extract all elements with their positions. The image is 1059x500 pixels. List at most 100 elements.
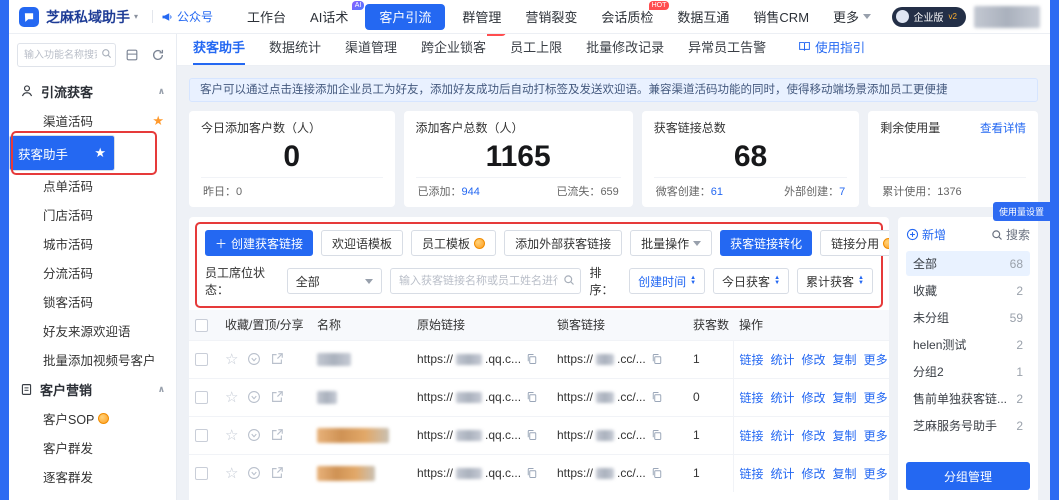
group-item-helen-test[interactable]: helen测试2	[906, 332, 1030, 357]
edition-badge[interactable]: 企业版 v2	[892, 7, 966, 27]
staff-template-button[interactable]: 员工模板	[411, 230, 496, 256]
action-edit[interactable]: 修改	[802, 353, 826, 367]
view-details-link[interactable]: 查看详情	[980, 120, 1026, 136]
action-stats[interactable]: 统计	[771, 353, 795, 367]
sort-by-total-count[interactable]: 累计获客▲▼	[797, 268, 873, 294]
nav-item-workbench[interactable]: 工作台	[235, 0, 298, 34]
copy-icon[interactable]	[526, 467, 538, 479]
tab-acquisition-assistant[interactable]: 获客助手	[193, 29, 245, 65]
row-checkbox[interactable]	[195, 353, 208, 366]
chevron-down-icon[interactable]: ▾	[134, 12, 138, 21]
favorite-star-icon[interactable]: ★	[152, 113, 164, 129]
create-link-button[interactable]: ＋创建获客链接	[205, 230, 313, 256]
official-account-link[interactable]: 公众号	[161, 8, 213, 25]
action-link[interactable]: 链接	[740, 353, 764, 367]
sidebar-item-customer-broadcast[interactable]: 客户群发	[9, 433, 176, 462]
sidebar-item-acquisition-assistant[interactable]: 获客助手★	[9, 135, 115, 171]
link-share-button[interactable]: 链接分用	[820, 230, 889, 256]
favorite-star-icon[interactable]: ☆	[225, 464, 238, 482]
refresh-icon[interactable]	[148, 45, 168, 65]
action-more[interactable]: 更多	[864, 429, 888, 443]
sidebar-item-customer-sop[interactable]: 客户SOP	[9, 404, 176, 433]
nav-item-data-interop[interactable]: 数据互通	[665, 0, 741, 34]
share-icon[interactable]	[270, 390, 284, 404]
nav-item-marketing-fission[interactable]: 营销裂变	[513, 0, 589, 34]
copy-icon[interactable]	[651, 429, 663, 441]
usage-guide-link[interactable]: 使用指引	[798, 29, 865, 65]
action-stats[interactable]: 统计	[771, 429, 795, 443]
sidebar-item-order-code[interactable]: 点单活码	[9, 171, 176, 200]
copy-icon[interactable]	[651, 353, 663, 365]
sidebar-item-chase-broadcast[interactable]: 逐客群发	[9, 462, 176, 491]
account-avatar[interactable]	[974, 6, 1040, 28]
select-all-checkbox[interactable]	[195, 319, 208, 332]
row-checkbox[interactable]	[195, 391, 208, 404]
sidebar-item-split-code[interactable]: 分流活码	[9, 258, 176, 287]
sidebar-item-friend-source-welcome[interactable]: 好友来源欢迎语	[9, 316, 176, 345]
row-checkbox[interactable]	[195, 429, 208, 442]
action-more[interactable]: 更多	[864, 391, 888, 405]
sort-by-created-time[interactable]: 创建时间▲▼	[629, 268, 705, 294]
sidebar-section-marketing[interactable]: 客户营销 ∧	[9, 374, 176, 404]
group-item-service-assistant[interactable]: 芝麻服务号助手2	[906, 413, 1030, 438]
favorite-star-icon[interactable]: ☆	[225, 350, 238, 368]
welcome-template-button[interactable]: 欢迎语模板	[321, 230, 403, 256]
share-icon[interactable]	[270, 428, 284, 442]
manage-groups-button[interactable]: 分组管理	[906, 462, 1030, 490]
copy-icon[interactable]	[526, 353, 538, 365]
sidebar-item-store-code[interactable]: 门店活码	[9, 200, 176, 229]
group-search-button[interactable]: 搜索	[991, 226, 1030, 243]
tab-staff-limit[interactable]: 员工上限	[510, 29, 562, 65]
tab-abnormal-staff-alert[interactable]: 异常员工告警	[688, 29, 766, 65]
action-link[interactable]: 链接	[740, 467, 764, 481]
link-conversion-button[interactable]: 获客链接转化	[720, 230, 812, 256]
action-copy[interactable]: 复制	[833, 391, 857, 405]
sidebar-item-lock-code[interactable]: 锁客活码	[9, 287, 176, 316]
tab-data-statistics[interactable]: 数据统计	[269, 29, 321, 65]
copy-icon[interactable]	[651, 467, 663, 479]
card-view-icon[interactable]	[122, 45, 142, 65]
action-copy[interactable]: 复制	[833, 467, 857, 481]
nav-item-ai-script[interactable]: AI话术AI	[298, 0, 360, 34]
share-icon[interactable]	[270, 466, 284, 480]
tab-channel-management[interactable]: 渠道管理	[345, 29, 397, 65]
action-copy[interactable]: 复制	[833, 429, 857, 443]
group-item-all[interactable]: 全部68	[906, 251, 1030, 276]
pin-icon[interactable]	[247, 390, 261, 404]
copy-icon[interactable]	[526, 391, 538, 403]
nav-item-more[interactable]: 更多	[821, 0, 883, 34]
favorite-star-icon[interactable]: ★	[94, 145, 106, 161]
copy-icon[interactable]	[526, 429, 538, 441]
pin-icon[interactable]	[247, 428, 261, 442]
sort-by-today-count[interactable]: 今日获客▲▼	[713, 268, 789, 294]
sidebar-item-batch-video-customers[interactable]: 批量添加视频号客户	[9, 345, 176, 374]
tab-batch-edit-log[interactable]: 批量修改记录	[586, 29, 664, 65]
add-group-button[interactable]: 新增	[906, 226, 946, 243]
action-edit[interactable]: 修改	[802, 429, 826, 443]
link-search-input[interactable]	[390, 268, 581, 294]
share-icon[interactable]	[270, 352, 284, 366]
action-stats[interactable]: 统计	[771, 391, 795, 405]
copy-icon[interactable]	[651, 391, 663, 403]
action-stats[interactable]: 统计	[771, 467, 795, 481]
batch-actions-button[interactable]: 批量操作	[630, 230, 712, 256]
tab-cross-enterprise-lock[interactable]: 跨企业锁客new	[421, 29, 486, 65]
sidebar-item-city-code[interactable]: 城市活码	[9, 229, 176, 258]
action-link[interactable]: 链接	[740, 391, 764, 405]
sidebar-item-channel-code[interactable]: 渠道活码★	[9, 106, 176, 135]
action-edit[interactable]: 修改	[802, 467, 826, 481]
nav-item-customer-acquisition[interactable]: 客户引流	[365, 4, 445, 30]
seat-status-select[interactable]: 全部	[287, 268, 382, 294]
favorite-star-icon[interactable]: ☆	[225, 388, 238, 406]
group-item-ungrouped[interactable]: 未分组59	[906, 305, 1030, 330]
nav-item-sales-crm[interactable]: 销售CRM	[741, 0, 821, 34]
action-edit[interactable]: 修改	[802, 391, 826, 405]
group-item-favorites[interactable]: 收藏2	[906, 278, 1030, 303]
action-copy[interactable]: 复制	[833, 353, 857, 367]
action-more[interactable]: 更多	[864, 467, 888, 481]
sidebar-section-acquisition[interactable]: 引流获客 ∧	[9, 76, 176, 106]
pin-icon[interactable]	[247, 466, 261, 480]
favorite-star-icon[interactable]: ☆	[225, 426, 238, 444]
nav-item-chat-inspection[interactable]: 会话质检HOT	[589, 0, 665, 34]
action-link[interactable]: 链接	[740, 429, 764, 443]
